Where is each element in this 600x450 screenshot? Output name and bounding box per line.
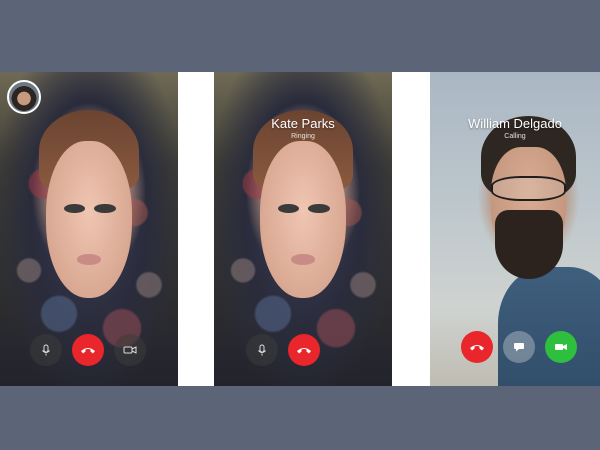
self-view-avatar[interactable] <box>7 80 41 114</box>
eye-right <box>94 203 116 214</box>
call-status: Ringing <box>291 133 315 140</box>
call-screen-incoming: William Delgado Calling <box>430 72 600 386</box>
accept-video-button[interactable] <box>545 331 577 363</box>
microphone-icon <box>42 344 50 356</box>
message-reply-button[interactable] <box>503 331 535 363</box>
caller-name: William Delgado <box>468 116 562 131</box>
hang-up-icon <box>81 348 95 354</box>
hang-up-icon <box>470 345 484 351</box>
face <box>260 141 346 299</box>
mute-button[interactable] <box>246 334 278 366</box>
shirt <box>498 266 600 386</box>
face <box>46 141 132 299</box>
message-icon <box>514 343 524 352</box>
microphone-icon <box>258 344 266 356</box>
call-status: Calling <box>504 133 526 140</box>
call-screen-ringing: Kate Parks Ringing <box>214 72 392 386</box>
call-screen-active <box>0 72 178 386</box>
video-accept-icon <box>555 344 567 350</box>
hang-up-button[interactable] <box>288 334 320 366</box>
video-icon <box>123 346 137 354</box>
hang-up-button[interactable] <box>72 334 104 366</box>
hang-up-icon <box>297 348 311 354</box>
video-toggle-button[interactable] <box>114 334 146 366</box>
eye-right <box>308 203 330 214</box>
glasses <box>491 175 566 201</box>
decline-button[interactable] <box>461 331 493 363</box>
caller-name: Kate Parks <box>271 116 335 131</box>
mute-button[interactable] <box>30 334 62 366</box>
beard <box>494 210 563 280</box>
